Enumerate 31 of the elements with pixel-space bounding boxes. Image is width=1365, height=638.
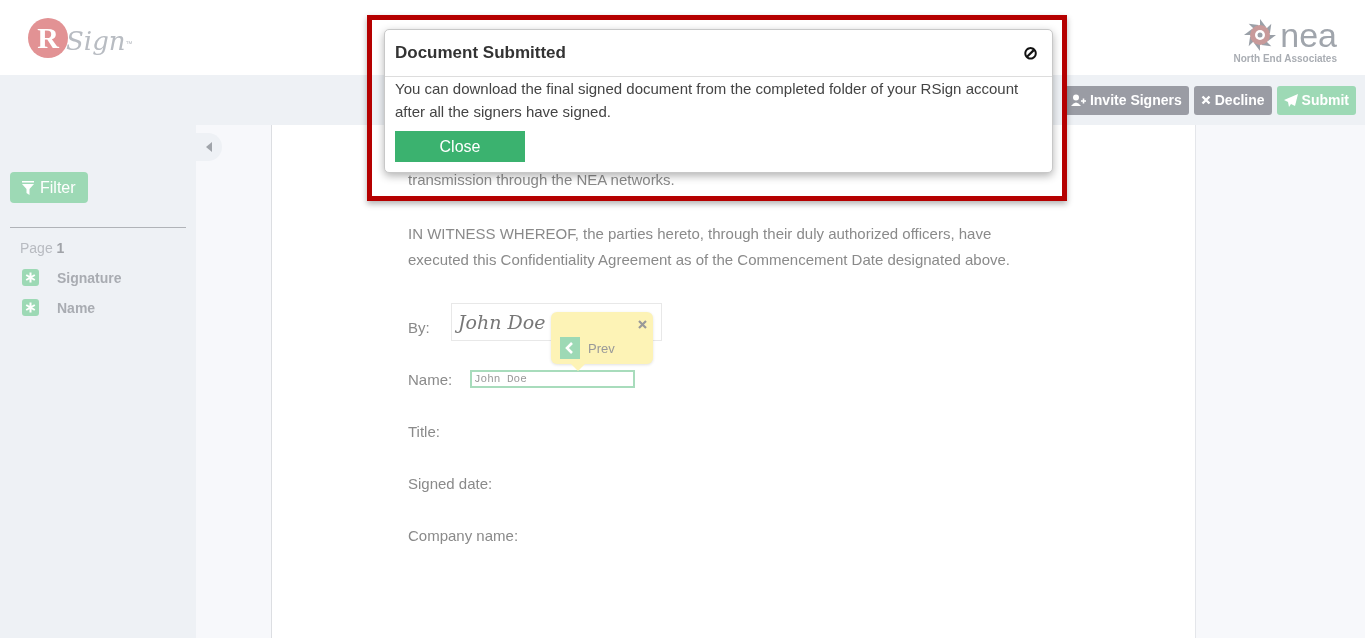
add-user-icon (1070, 94, 1086, 106)
field-label: Title: (408, 422, 441, 440)
logo-letter: R (28, 17, 68, 58)
filter-button[interactable]: Filter (10, 172, 88, 203)
field-label: Name: (408, 370, 454, 388)
field-list-item[interactable]: Name (57, 299, 96, 316)
submit-button[interactable]: Submit (1276, 85, 1356, 115)
field-list-item[interactable]: Signature (57, 269, 122, 286)
collapse-tab[interactable] (196, 133, 222, 161)
required-field-icon (22, 299, 39, 316)
page-number: 1 (56, 240, 65, 256)
required-field-icon (22, 269, 39, 286)
modal-message: You can download the final signed document from the completed folder of your RSign account after all the signers have signed. (395, 79, 1020, 122)
logo-text: Sign (66, 25, 126, 56)
left-triangle-icon (206, 142, 212, 152)
close-button[interactable]: Close (395, 131, 525, 162)
company-name: North End Associates (1233, 53, 1337, 64)
name-input-field[interactable]: John Doe (470, 370, 635, 388)
cross-icon (1200, 95, 1211, 105)
left-chevron-icon (560, 337, 580, 359)
field-label: Signed date: (408, 474, 493, 492)
paper-plane-icon (1283, 93, 1298, 107)
close-button[interactable]: ⊘ (1023, 42, 1038, 64)
close-icon[interactable] (638, 320, 647, 329)
funnel-icon (22, 180, 34, 195)
decline-button[interactable]: Decline (1193, 85, 1272, 115)
document-paragraph: transmission through the NEA networks. (408, 170, 676, 190)
field-label: Company name: (408, 526, 519, 544)
company-logo-text: nea (1280, 18, 1337, 52)
modal-title: Document Submitted (395, 43, 566, 63)
document-paragraph: IN WITNESS WHEREOF, the parties hereto, through their duly authorized officers, have executed this Confidentiality Agreement as of the Commencement Date designated above. (408, 224, 1012, 270)
